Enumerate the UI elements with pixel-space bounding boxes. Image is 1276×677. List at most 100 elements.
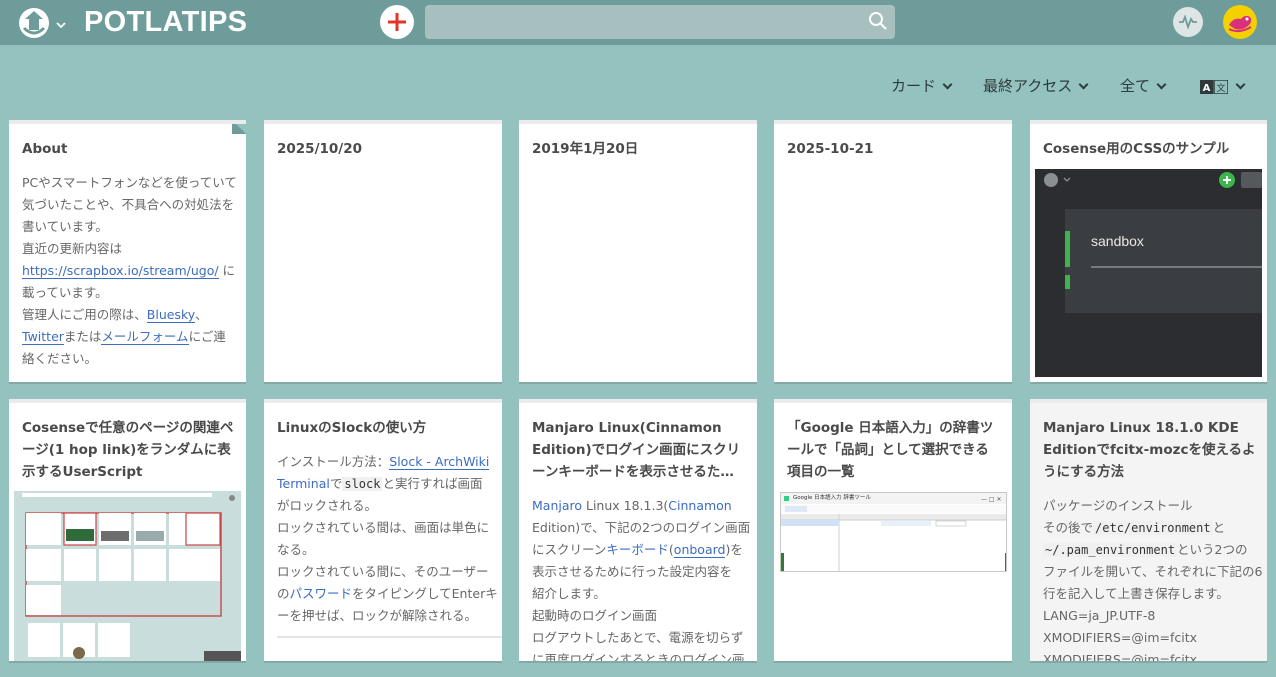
svg-text:文: 文 — [1216, 82, 1225, 94]
text: 起動時のログイン画面 — [532, 608, 658, 623]
text: 直近の更新内容は — [22, 241, 123, 256]
text: 紹介します。 — [532, 586, 606, 601]
divider — [277, 636, 502, 638]
page-card[interactable]: 2025-10-21 — [774, 120, 1012, 382]
page-card[interactable]: 「Google 日本語入力」の辞書ツールで「品詞」として選択できる項目の一覧 —… — [774, 399, 1012, 661]
card-description: PCやスマートフォンなどを使っていて 気づいたことや、不具合への対処法を 書いて… — [22, 172, 238, 370]
thumbnail: sandbox — [1035, 169, 1262, 377]
text: をタイピングしてEnterキ — [352, 586, 498, 601]
text: 、 — [195, 307, 208, 322]
code-inline: ~/.pam_environment — [1043, 543, 1178, 557]
filter-label: 全て — [1120, 77, 1151, 95]
card-title: Manjaro Linux 18.1.0 KDE Editionでfcitx-m… — [1043, 420, 1256, 480]
card-title: Cosense用のCSSのサンプル — [1043, 141, 1230, 157]
pulse-icon — [1179, 15, 1197, 29]
password-link[interactable]: パスワード — [290, 586, 353, 601]
view-mode-dropdown[interactable]: カード — [891, 76, 953, 96]
text: に — [218, 263, 236, 278]
card-description: インストール方法：Slock - ArchWiki Terminalで slock… — [277, 451, 498, 627]
thumbnail: — □ ✕ Google 日本語入力 辞書ツール — [780, 492, 1007, 572]
sort-dropdown[interactable]: 最終アクセス — [983, 76, 1089, 96]
text: ロックされている間に、そのユーザー — [277, 564, 489, 579]
pin-corner-icon — [232, 124, 246, 134]
text: と実行すれば画面 — [382, 476, 483, 491]
page-card[interactable]: Cosense用のCSSのサンプル sandbox — [1030, 120, 1267, 382]
card-title: 「Google 日本語入力」の辞書ツールで「品詞」として選択できる項目の一覧 — [787, 420, 994, 480]
text: で — [329, 476, 343, 491]
text: Edition)で、下記の2つのログイン画面 — [532, 520, 751, 535]
view-mode-label: カード — [891, 77, 937, 95]
page-card[interactable]: 2019年1月20日 — [519, 120, 757, 382]
text: ーを押せば、ロックが解除される。 — [277, 608, 478, 623]
chevron-down-icon — [1235, 79, 1246, 90]
text: に再度ログインするときのログイン画 — [532, 652, 745, 661]
sort-label: 最終アクセス — [983, 77, 1073, 95]
plus-icon — [388, 13, 406, 31]
page-card[interactable]: About PCやスマートフォンなどを使っていて 気づいたことや、不具合への対処… — [9, 120, 246, 382]
code-inline: /etc/environment — [1093, 521, 1213, 535]
filter-dropdown[interactable]: 全て — [1120, 76, 1167, 96]
text: と — [1212, 520, 1226, 535]
logo-icon[interactable] — [16, 5, 52, 41]
text: PCやスマートフォンなどを使っていて — [22, 175, 237, 190]
text: 絡ください。 — [22, 351, 98, 366]
chevron-down-icon — [942, 79, 953, 90]
archwiki-link[interactable]: Slock - ArchWiki — [389, 454, 490, 470]
page-card[interactable]: 2025/10/20 — [264, 120, 502, 382]
manjaro-link[interactable]: Manjaro — [532, 498, 582, 513]
svg-text:A: A — [1203, 83, 1211, 94]
text: がロックされる。 — [277, 498, 378, 513]
text: 表示させるために行った設定内容を — [532, 564, 733, 579]
thumbnail-text: sandbox — [1091, 233, 1144, 249]
language-dropdown[interactable]: A 文 — [1200, 76, 1246, 96]
text: 書いています。 — [22, 219, 108, 234]
text: ログアウトしたあとで、電源を切らず — [532, 630, 744, 645]
twitter-link[interactable]: Twitter — [22, 329, 64, 345]
text: 管理人にご用の際は、 — [22, 307, 147, 322]
new-page-button[interactable] — [380, 5, 414, 39]
page-card[interactable]: LinuxのSlockの使い方 インストール方法：Slock - ArchWik… — [264, 399, 502, 661]
avatar[interactable] — [1223, 5, 1257, 39]
project-title[interactable]: POTLATIPS — [84, 4, 247, 40]
code-inline: slock — [342, 477, 383, 491]
card-title: 2019年1月20日 — [532, 141, 639, 157]
project-menu-chevron-icon[interactable] — [56, 15, 66, 34]
text: ロックされている間は、画面は単色に — [277, 520, 490, 535]
svg-text:— □ ✕: — □ ✕ — [981, 496, 1002, 503]
cinnamon-link[interactable]: Cinnamon — [668, 498, 731, 513]
text: LANG=ja_JP.UTF-8 — [1043, 608, 1156, 623]
text: 気づいたことや、不具合への対処法を — [22, 197, 235, 212]
card-title: 2025-10-21 — [787, 141, 874, 157]
page-card[interactable]: Manjaro Linux 18.1.0 KDE Editionでfcitx-m… — [1030, 399, 1267, 661]
text: XMODIFIERS=@im=fcitx — [1043, 652, 1198, 661]
card-title: 2025/10/20 — [277, 141, 363, 157]
text: という2つの — [1177, 542, 1248, 557]
stream-link[interactable]: https://scrapbox.io/stream/ugo/ — [22, 263, 219, 279]
text: なる。 — [277, 542, 315, 557]
page-card[interactable]: Cosenseで任意のページの関連ページ(1 hop link)をランダムに表示… — [9, 399, 246, 661]
text: にご連 — [188, 329, 226, 344]
thumbnail — [14, 491, 241, 661]
activity-button[interactable] — [1173, 7, 1203, 37]
search-icon[interactable] — [868, 11, 888, 35]
card-title: Cosenseで任意のページの関連ページ(1 hop link)をランダムに表示… — [22, 420, 234, 480]
text: その後で — [1043, 520, 1094, 535]
card-title: Manjaro Linux(Cinnamon Edition)でログイン画面にス… — [532, 420, 741, 480]
terminal-link[interactable]: Terminal — [277, 476, 330, 491]
onboard-link[interactable]: onboard — [673, 542, 726, 558]
page-card[interactable]: Manjaro Linux(Cinnamon Edition)でログイン画面にス… — [519, 399, 757, 661]
search-input[interactable] — [425, 5, 865, 39]
card-description: パッケージのインストール その後で/etc/environment と ~/.pa… — [1043, 495, 1262, 661]
bluesky-link[interactable]: Bluesky — [146, 307, 196, 323]
search-box — [425, 5, 895, 39]
text: にスクリーン — [532, 542, 607, 557]
text: パッケージのインストール — [1043, 498, 1193, 513]
text: )を — [725, 542, 743, 557]
text: インストール方法： — [277, 454, 390, 469]
text: または — [63, 329, 102, 344]
chevron-down-icon — [1156, 79, 1167, 90]
keyboard-link[interactable]: キーボード — [606, 542, 669, 557]
mail-form-link[interactable]: メールフォーム — [101, 329, 189, 345]
text: の — [277, 586, 290, 601]
navbar: POTLATIPS — [0, 0, 1276, 45]
